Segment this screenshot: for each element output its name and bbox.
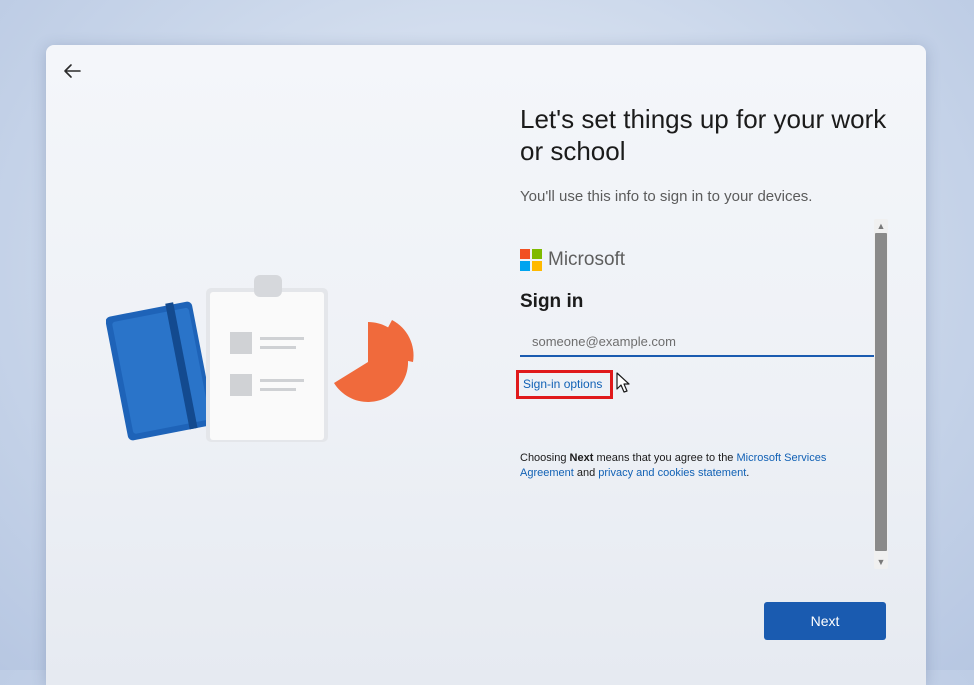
setup-illustration xyxy=(106,275,414,442)
scroll-up-icon[interactable]: ▲ xyxy=(874,219,888,233)
agreement-bold-next: Next xyxy=(569,452,594,464)
signin-options-link[interactable]: Sign-in options xyxy=(516,370,614,399)
page-heading: Let's set things up for your work or sch… xyxy=(520,104,887,166)
agreement-suffix: . xyxy=(746,467,750,479)
back-button[interactable] xyxy=(58,57,86,85)
notebook-illustration xyxy=(106,301,215,441)
oobe-window: Let's set things up for your work or sch… xyxy=(46,45,926,685)
agreement-text: Choosing Next means that you agree to th… xyxy=(520,451,860,481)
email-input[interactable] xyxy=(520,327,874,357)
privacy-statement-link[interactable]: privacy and cookies statement xyxy=(598,467,746,479)
signin-title: Sign in xyxy=(520,291,584,312)
next-button[interactable]: Next xyxy=(764,602,886,640)
signin-panel: Microsoft Sign in Sign-in options Choosi… xyxy=(516,219,890,569)
ms-logo-yellow xyxy=(532,261,542,271)
microsoft-logo-icon xyxy=(520,249,542,271)
agreement-prefix: Choosing xyxy=(520,452,570,464)
agreement-and: and xyxy=(573,467,599,479)
scroll-down-icon[interactable]: ▼ xyxy=(874,555,888,569)
agreement-middle: means that you agree to the xyxy=(593,452,737,464)
page-subtext: You'll use this info to sign in to your … xyxy=(520,188,813,205)
pie-chart-illustration xyxy=(334,320,414,402)
panel-scrollbar[interactable]: ▲ ▼ xyxy=(874,219,888,569)
ms-logo-green xyxy=(532,249,542,259)
ms-logo-red xyxy=(520,249,530,259)
microsoft-brand: Microsoft xyxy=(520,249,625,271)
signin-options-label: Sign-in options xyxy=(523,377,603,391)
back-arrow-icon xyxy=(64,64,81,78)
mouse-cursor-icon xyxy=(616,372,630,393)
microsoft-wordmark: Microsoft xyxy=(548,249,626,270)
ms-logo-blue xyxy=(520,261,530,271)
scroll-thumb[interactable] xyxy=(875,233,887,551)
clipboard-illustration xyxy=(206,275,328,442)
